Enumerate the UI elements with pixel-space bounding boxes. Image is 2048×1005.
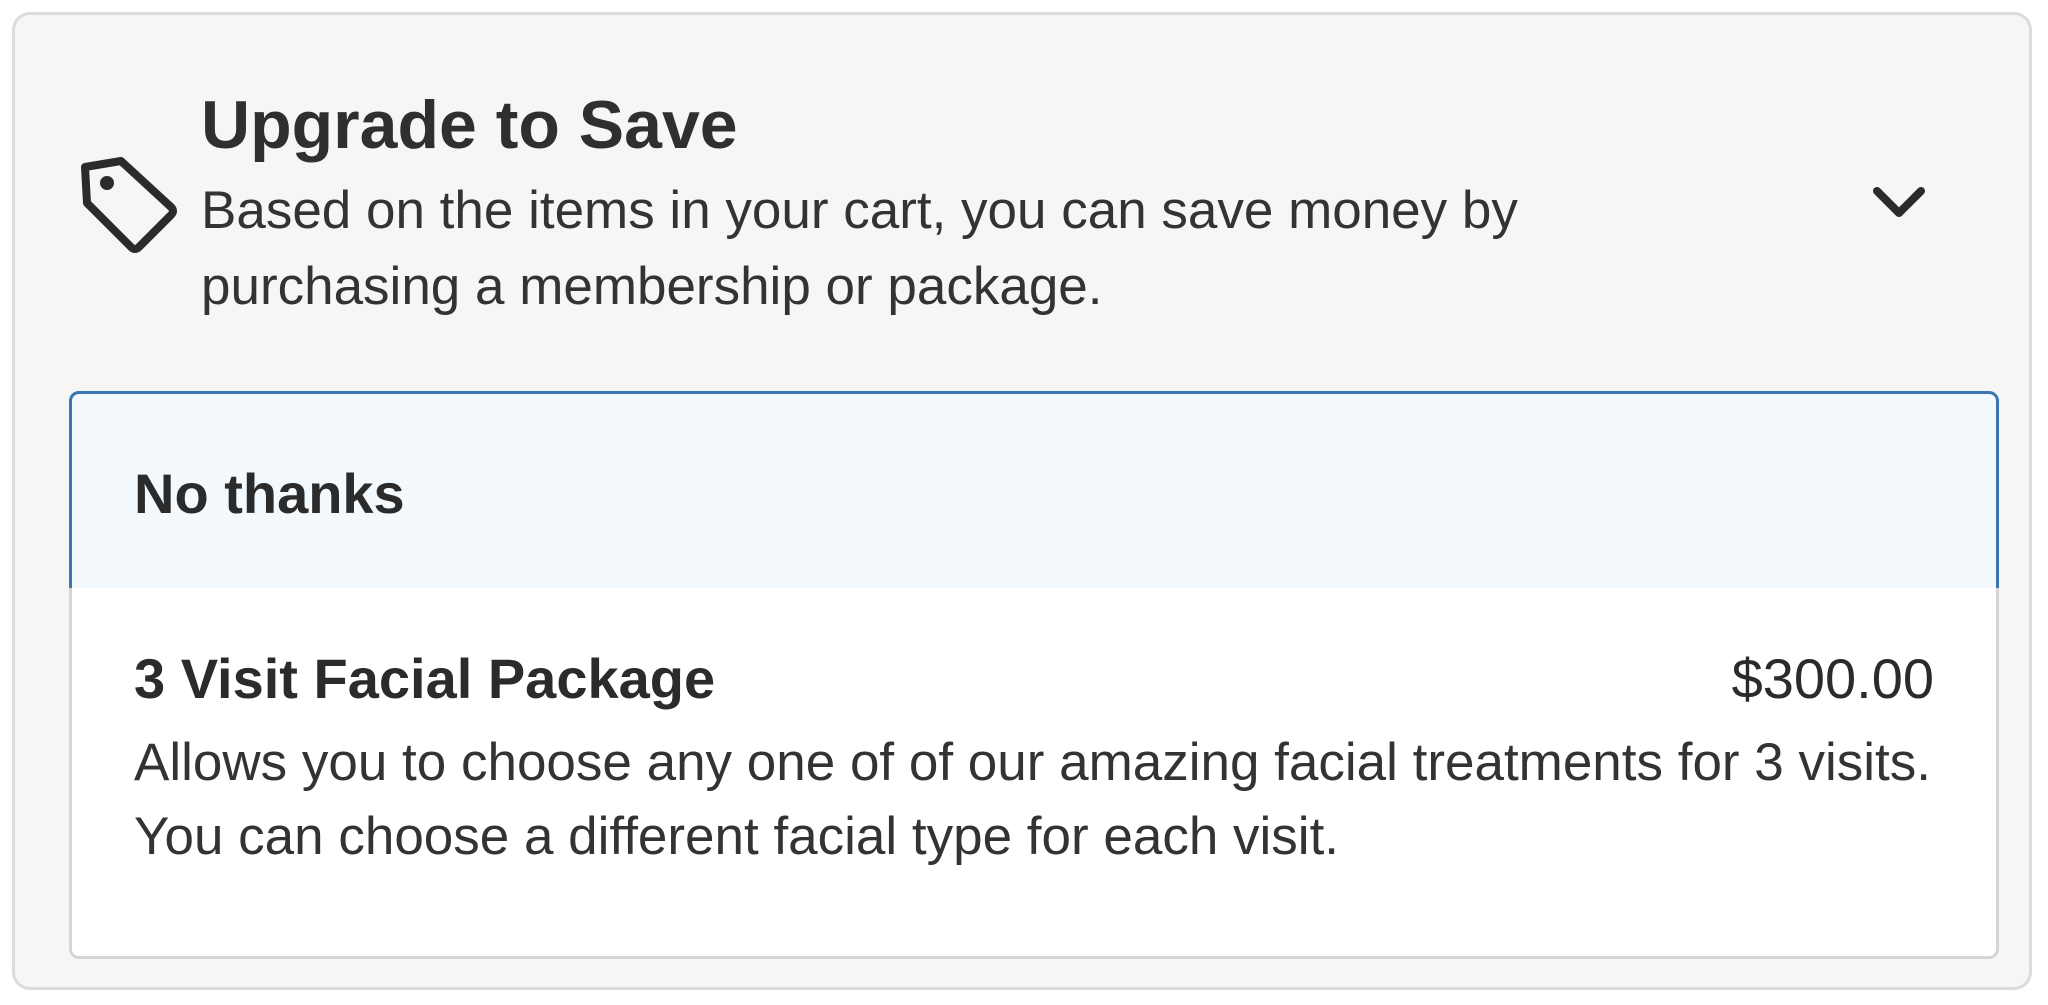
package-name: 3 Visit Facial Package bbox=[134, 647, 716, 710]
upgrade-options-list: No thanks 3 Visit Facial Package $300.00… bbox=[69, 391, 1999, 959]
panel-title: Upgrade to Save bbox=[201, 87, 738, 163]
option-facial-package[interactable]: 3 Visit Facial Package $300.00 Allows yo… bbox=[69, 588, 1999, 959]
panel-header: Upgrade to Save Based on the items in yo… bbox=[201, 77, 1701, 325]
tag-icon bbox=[81, 157, 177, 253]
panel-description: Based on the items in your cart, you can… bbox=[201, 181, 1518, 316]
option-no-thanks[interactable]: No thanks bbox=[69, 391, 1999, 591]
upgrade-to-save-panel: Upgrade to Save Based on the items in yo… bbox=[12, 12, 2032, 990]
package-description: Allows you to choose any one of of our a… bbox=[134, 733, 1932, 866]
option-no-thanks-label: No thanks bbox=[134, 462, 405, 525]
package-price: $300.00 bbox=[1731, 647, 1934, 710]
chevron-down-icon[interactable] bbox=[1863, 175, 1935, 235]
